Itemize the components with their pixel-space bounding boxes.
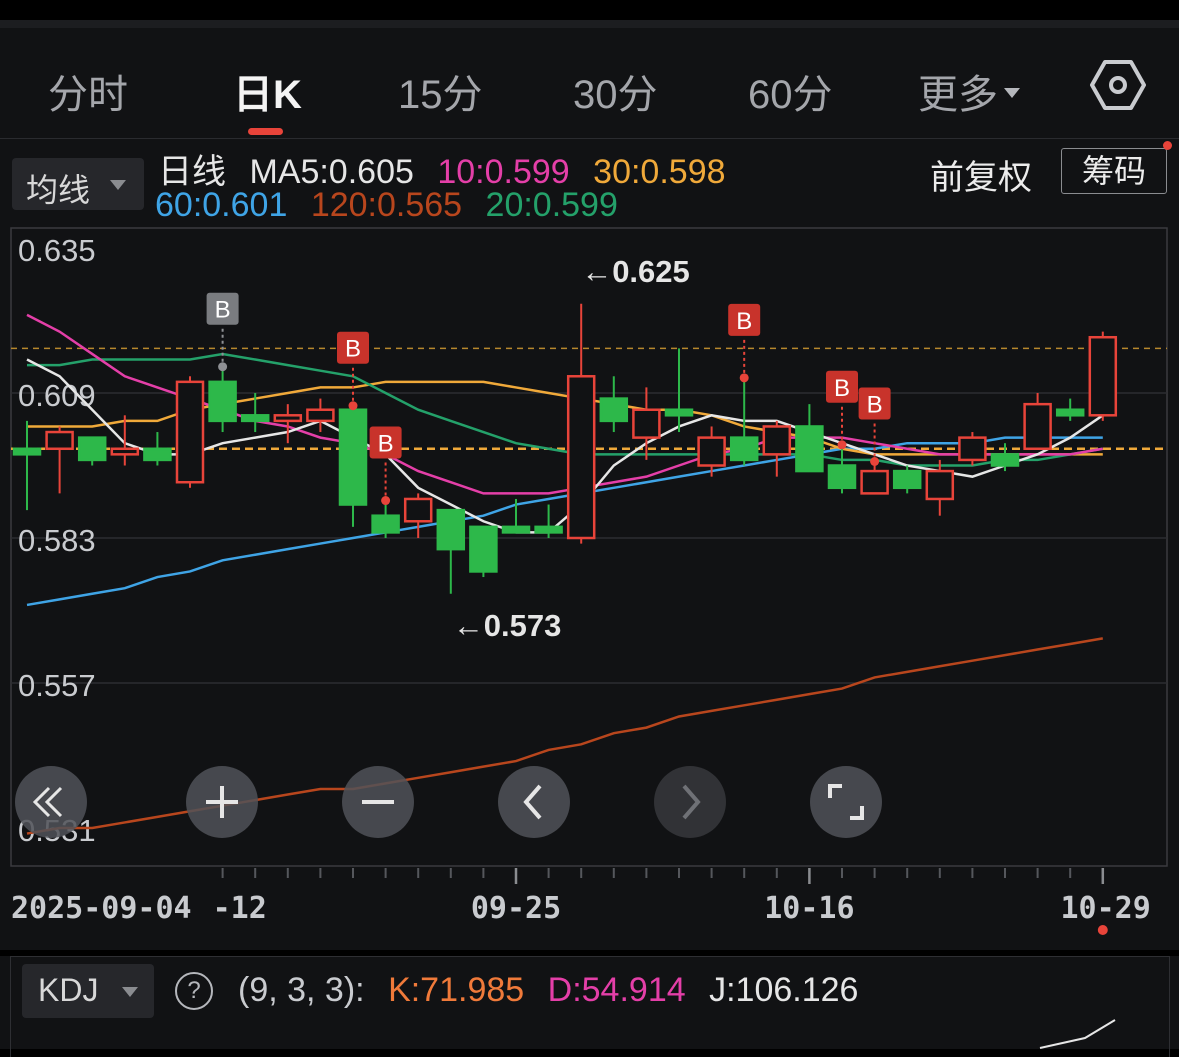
candle-body[interactable] bbox=[77, 436, 107, 462]
candle-body[interactable] bbox=[240, 414, 270, 423]
candle-body[interactable] bbox=[795, 425, 824, 473]
price-axis-label: 0.609 bbox=[18, 378, 96, 413]
fullscreen-icon bbox=[828, 784, 864, 820]
zoom-in-icon bbox=[206, 786, 238, 818]
b-signal-dot bbox=[348, 401, 358, 411]
candle-body[interactable] bbox=[599, 397, 629, 423]
date-axis-label: 09-25 bbox=[471, 891, 561, 926]
candle-body[interactable] bbox=[892, 469, 922, 490]
candle-body[interactable] bbox=[1023, 402, 1052, 451]
price-axis-label: 0.557 bbox=[18, 668, 96, 703]
b-signal-dot bbox=[837, 440, 847, 450]
date-axis-label: -12 bbox=[213, 891, 267, 926]
b-signal-dot bbox=[870, 457, 880, 466]
candle-body[interactable] bbox=[1055, 408, 1085, 417]
caret-down-icon bbox=[122, 987, 138, 997]
date-axis-label: 10-29 bbox=[1060, 891, 1150, 926]
b-signal-dot bbox=[218, 362, 228, 372]
candle-body[interactable] bbox=[110, 447, 140, 456]
candle-body[interactable] bbox=[208, 380, 237, 423]
high-price-marker: ←0.625 bbox=[581, 254, 690, 289]
next-icon bbox=[682, 784, 701, 820]
candle-body[interactable] bbox=[925, 469, 955, 501]
prev-button[interactable] bbox=[498, 766, 570, 838]
candle-body[interactable] bbox=[762, 425, 792, 456]
fullscreen-button[interactable] bbox=[810, 766, 882, 838]
rewind-button[interactable] bbox=[15, 766, 87, 838]
candle-body[interactable] bbox=[469, 525, 498, 573]
b-signal-label: B bbox=[867, 392, 883, 419]
latest-date-dot bbox=[1097, 925, 1108, 935]
b-signal-label: B bbox=[834, 375, 850, 402]
kdj-j-line bbox=[1039, 1019, 1116, 1049]
kdj-chart bbox=[1039, 1019, 1116, 1049]
candle-body[interactable] bbox=[827, 464, 857, 490]
candle-body[interactable] bbox=[403, 497, 433, 523]
b-signal-label: B bbox=[736, 308, 752, 335]
b-signal-dot bbox=[381, 496, 391, 506]
candle-body[interactable] bbox=[12, 447, 42, 456]
candle-body[interactable] bbox=[175, 380, 205, 484]
candle-body[interactable] bbox=[371, 514, 400, 534]
rewind-icon bbox=[32, 786, 63, 818]
candle-body[interactable] bbox=[338, 408, 368, 506]
b-signal-label: B bbox=[215, 297, 231, 324]
candle-body[interactable] bbox=[990, 453, 1020, 467]
kline-chart[interactable]: 0.6350.6090.5830.5570.531BBBBBB←0.625←0.… bbox=[0, 0, 1179, 950]
candle-body[interactable] bbox=[860, 469, 889, 495]
zoom-in-button[interactable] bbox=[186, 766, 258, 838]
b-signal-label: B bbox=[345, 336, 361, 363]
b-signal-dot bbox=[739, 373, 749, 383]
candle-body[interactable] bbox=[697, 436, 726, 467]
candle-body[interactable] bbox=[632, 408, 661, 439]
price-axis-label: 0.635 bbox=[18, 233, 96, 268]
date-axis-label: 2025-09-04 bbox=[11, 891, 192, 926]
next-button[interactable] bbox=[654, 766, 726, 838]
candle-body[interactable] bbox=[534, 525, 563, 534]
candle-body[interactable] bbox=[958, 436, 987, 462]
candle-body[interactable] bbox=[306, 408, 335, 423]
candle-body[interactable] bbox=[1088, 335, 1118, 417]
candle-body[interactable] bbox=[436, 508, 466, 551]
app-root: 分时 日K 15分 30分 60分 更多 均线 日线 MA5:0.605 10:… bbox=[0, 0, 1179, 1057]
prev-icon bbox=[523, 784, 542, 820]
low-price-marker: ←0.573 bbox=[453, 608, 562, 643]
candle-body[interactable] bbox=[566, 375, 596, 540]
price-axis-label: 0.583 bbox=[18, 523, 96, 558]
b-signal-label: B bbox=[378, 431, 394, 458]
candle-body[interactable] bbox=[664, 408, 694, 417]
candle-body[interactable] bbox=[273, 414, 303, 423]
date-axis-label: 10-16 bbox=[764, 891, 854, 926]
candle-body[interactable] bbox=[729, 436, 759, 462]
chart-frame bbox=[10, 227, 1168, 867]
candle-body[interactable] bbox=[501, 525, 531, 534]
candle-body[interactable] bbox=[143, 447, 172, 462]
zoom-out-button[interactable] bbox=[342, 766, 414, 838]
zoom-out-icon bbox=[362, 800, 394, 804]
candle-body[interactable] bbox=[45, 430, 74, 451]
